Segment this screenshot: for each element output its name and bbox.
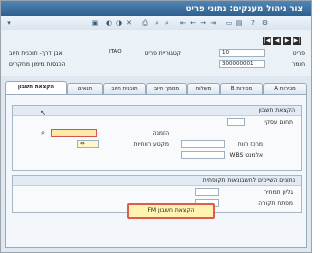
new-session-icon[interactable]: ▭ [225,19,233,27]
last-item-button[interactable]: ▶| [293,37,301,45]
print-icon[interactable]: ⎙ [141,19,149,27]
tab-content: הקצאת חשבון תחום עסקי הזמנה ⌕ מקטע רווחי… [5,94,307,248]
group-title: נתונים השייכים לחשבונאות תקופתית [202,177,295,184]
save-icon[interactable]: ▣ [91,19,99,27]
next-page-icon[interactable]: → [199,19,207,27]
title-bar: צור ניהול מענקים: נתוני פריט [1,1,311,16]
first-page-icon[interactable]: ⇤ [179,19,187,27]
tab-sales-a[interactable]: מכירות A [263,83,307,94]
tab-shipping[interactable]: משלוח [187,83,220,94]
business-area-label: תחום עסקי [264,119,293,126]
tab-conditions[interactable]: תנאים [67,83,103,94]
next-item-button[interactable]: ▶ [283,37,291,45]
material-label: חומר [291,61,305,68]
category-field: ITAO [109,49,122,55]
header-area: |◀ ◀ ▶ ▶| פריט 10 קטגוריית פריט ITAO אבן… [1,30,311,76]
tab-sales-b[interactable]: מכירות B [220,83,263,94]
command-field-icon[interactable]: ▾ [5,19,13,27]
category-label: קטגוריית פריט [144,50,181,57]
exit-icon[interactable]: ◑ [115,19,123,27]
profit-center-field[interactable] [181,140,225,148]
mouse-cursor-icon: ↖ [40,109,46,117]
fm-account-assignment-button[interactable]: הקצאת חשבון FM [127,203,215,219]
order-field[interactable] [51,129,97,137]
wbs-label: אלמנט WBS [229,152,263,159]
item-field[interactable]: 10 [219,49,265,57]
find-icon[interactable]: ⌕ [153,19,161,27]
tab-billing-doc[interactable]: מסמך חיוב [146,83,187,94]
business-area-field[interactable] [227,118,245,126]
category-text: אבן דרך- תוכנית חיוב [9,50,63,57]
material-text: הכנסות מימון מחקרים [9,61,66,68]
layout-icon[interactable]: ⚙ [261,19,269,27]
group-title: הקצאת חשבון [258,107,295,114]
tab-billing-plan[interactable]: תוכנית חיוב [103,83,146,94]
material-field[interactable]: 300000001 [219,60,265,68]
prev-page-icon[interactable]: ← [189,19,197,27]
last-page-icon[interactable]: ⇥ [209,19,217,27]
cancel-icon[interactable]: ✕ [125,19,133,27]
toolbar: ▾ ▣ ◐ ◑ ✕ ⎙ ⌕ ⌕ ⇤ ← → ⇥ ▭ ▤ ? ⚙ [1,16,311,31]
window-title: צור ניהול מענקים: נתוני פריט [185,4,303,14]
profit-segment-button[interactable]: ⇔ [77,140,99,148]
costing-sheet-field[interactable] [195,188,219,196]
tab-account-assignment[interactable]: הקצאת חשבון [5,81,67,94]
profit-segment-label: מקטע רווחיות [133,141,169,148]
search-icon[interactable]: ⌕ [39,129,47,137]
overhead-key-label: מפתח תקורה [258,200,293,207]
account-assignment-group: הקצאת חשבון תחום עסקי הזמנה ⌕ מקטע רווחי… [12,105,302,171]
order-label: הזמנה [152,130,169,137]
prev-item-button[interactable]: ◀ [273,37,281,45]
tab-strip: מכירות A מכירות B משלוח מסמך חיוב תוכנית… [1,81,311,94]
item-label: פריט [292,50,305,57]
window: צור ניהול מענקים: נתוני פריט ▾ ▣ ◐ ◑ ✕ ⎙… [0,0,312,253]
help-icon[interactable]: ? [249,19,257,27]
costing-sheet-label: גליון תמחיר [263,189,293,196]
wbs-field[interactable] [181,151,225,159]
find-next-icon[interactable]: ⌕ [163,19,171,27]
shortcut-icon[interactable]: ▤ [235,19,243,27]
back-icon[interactable]: ◐ [105,19,113,27]
first-item-button[interactable]: |◀ [263,37,271,45]
profit-center-label: מרכז רווח [237,141,263,148]
